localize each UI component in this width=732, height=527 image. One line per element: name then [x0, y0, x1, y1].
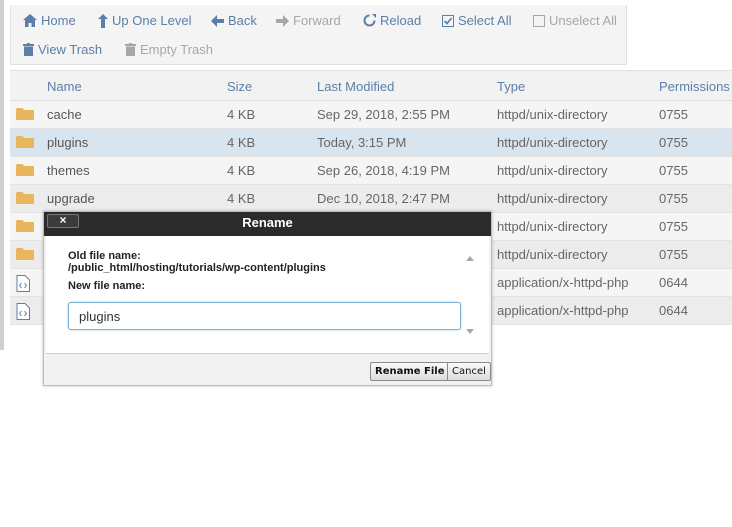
- column-header-size[interactable]: Size: [227, 79, 252, 94]
- empty-trash-button[interactable]: Empty Trash: [125, 42, 213, 57]
- home-icon: [23, 14, 37, 27]
- new-file-name-label: New file name:: [68, 280, 146, 292]
- forward-button[interactable]: Forward: [276, 13, 341, 28]
- file-permissions: 0755: [659, 135, 688, 150]
- file-permissions: 0644: [659, 303, 688, 318]
- up-one-level-button[interactable]: Up One Level: [98, 13, 192, 28]
- table-header: Name Size Last Modified Type Permissions: [10, 71, 732, 101]
- reload-label: Reload: [380, 13, 422, 28]
- file-last-modified: Dec 10, 2018, 2:47 PM: [317, 191, 450, 206]
- arrow-left-icon: [211, 14, 224, 27]
- file-permissions: 0644: [659, 275, 688, 290]
- file-last-modified: Sep 29, 2018, 2:55 PM: [317, 107, 450, 122]
- empty-trash-label: Empty Trash: [140, 42, 213, 57]
- file-type: httpd/unix-directory: [497, 135, 608, 150]
- file-size: 4 KB: [227, 135, 256, 150]
- file-permissions: 0755: [659, 163, 688, 178]
- file-permissions: 0755: [659, 247, 688, 262]
- file-size: 4 KB: [227, 107, 256, 122]
- file-permissions: 0755: [659, 107, 688, 122]
- checkbox-checked-icon: [442, 14, 454, 27]
- file-size: 4 KB: [227, 163, 256, 178]
- close-icon: ×: [59, 213, 67, 227]
- file-type: httpd/unix-directory: [497, 163, 608, 178]
- back-button[interactable]: Back: [211, 13, 257, 28]
- file-type: application/x-httpd-php: [497, 275, 629, 290]
- arrow-right-icon: [276, 14, 289, 27]
- home-button[interactable]: Home: [23, 13, 76, 28]
- trash-icon: [23, 43, 34, 56]
- file-name[interactable]: plugins: [47, 135, 88, 150]
- file-permissions: 0755: [659, 191, 688, 206]
- file-last-modified: Today, 3:15 PM: [317, 135, 407, 150]
- forward-label: Forward: [293, 13, 341, 28]
- folder-icon: [16, 108, 34, 120]
- dialog-scrollbar[interactable]: [464, 250, 477, 338]
- old-file-path: /public_html/hosting/tutorials/wp-conten…: [68, 262, 326, 274]
- column-header-permissions[interactable]: Permissions: [659, 79, 730, 94]
- back-label: Back: [228, 13, 257, 28]
- table-row[interactable]: themes 4 KB Sep 26, 2018, 4:19 PM httpd/uni…: [10, 157, 732, 185]
- dialog-body: Old file name: /public_html/hosting/tuto…: [46, 236, 489, 354]
- file-manager-toolbar: Home Up One Level Back Forward Reload Se…: [10, 5, 627, 65]
- file-type: httpd/unix-directory: [497, 219, 608, 234]
- dialog-title: Rename: [242, 215, 293, 230]
- checkbox-empty-icon: [533, 14, 545, 27]
- level-up-icon: [98, 13, 108, 28]
- rename-dialog: × Rename Old file name: /public_html/hos…: [43, 211, 492, 386]
- view-trash-label: View Trash: [38, 42, 103, 57]
- cancel-button[interactable]: Cancel: [447, 362, 491, 381]
- scroll-down-arrow-icon[interactable]: [466, 329, 474, 334]
- new-file-name-input[interactable]: [68, 302, 461, 330]
- file-size: 4 KB: [227, 191, 256, 206]
- left-panel-edge: [0, 0, 4, 350]
- php-file-icon: [16, 275, 30, 292]
- reload-icon: [363, 14, 376, 27]
- file-name[interactable]: cache: [47, 107, 82, 122]
- table-row[interactable]: upgrade 4 KB Dec 10, 2018, 2:47 PM httpd/un…: [10, 185, 732, 213]
- up-one-level-label: Up One Level: [112, 13, 192, 28]
- column-header-name[interactable]: Name: [47, 79, 82, 94]
- unselect-all-label: Unselect All: [549, 13, 617, 28]
- select-all-button[interactable]: Select All: [442, 13, 511, 28]
- file-permissions: 0755: [659, 219, 688, 234]
- column-header-type[interactable]: Type: [497, 79, 525, 94]
- view-trash-button[interactable]: View Trash: [23, 42, 102, 57]
- file-last-modified: Sep 26, 2018, 4:19 PM: [317, 163, 450, 178]
- close-button[interactable]: ×: [47, 214, 79, 228]
- file-name[interactable]: upgrade: [47, 191, 95, 206]
- reload-button[interactable]: Reload: [363, 13, 421, 28]
- folder-icon: [16, 164, 34, 176]
- dialog-titlebar: × Rename: [44, 212, 491, 236]
- php-file-icon: [16, 303, 30, 320]
- scroll-up-arrow-icon[interactable]: [466, 256, 474, 261]
- old-file-name-label: Old file name:: [68, 250, 141, 262]
- unselect-all-button[interactable]: Unselect All: [533, 13, 617, 28]
- file-type: httpd/unix-directory: [497, 191, 608, 206]
- folder-icon: [16, 136, 34, 148]
- column-header-last-modified[interactable]: Last Modified: [317, 79, 394, 94]
- rename-file-button[interactable]: Rename File: [370, 362, 450, 381]
- file-type: httpd/unix-directory: [497, 107, 608, 122]
- select-all-label: Select All: [458, 13, 512, 28]
- file-type: httpd/unix-directory: [497, 247, 608, 262]
- table-row[interactable]: plugins 4 KB Today, 3:15 PM httpd/unix-dire…: [10, 129, 732, 157]
- folder-icon: [16, 248, 34, 260]
- trash-icon: [125, 43, 136, 56]
- home-label: Home: [41, 13, 76, 28]
- file-name[interactable]: themes: [47, 163, 90, 178]
- file-type: application/x-httpd-php: [497, 303, 629, 318]
- folder-icon: [16, 192, 34, 204]
- table-row[interactable]: cache 4 KB Sep 29, 2018, 2:55 PM httpd/unix…: [10, 101, 732, 129]
- folder-icon: [16, 220, 34, 232]
